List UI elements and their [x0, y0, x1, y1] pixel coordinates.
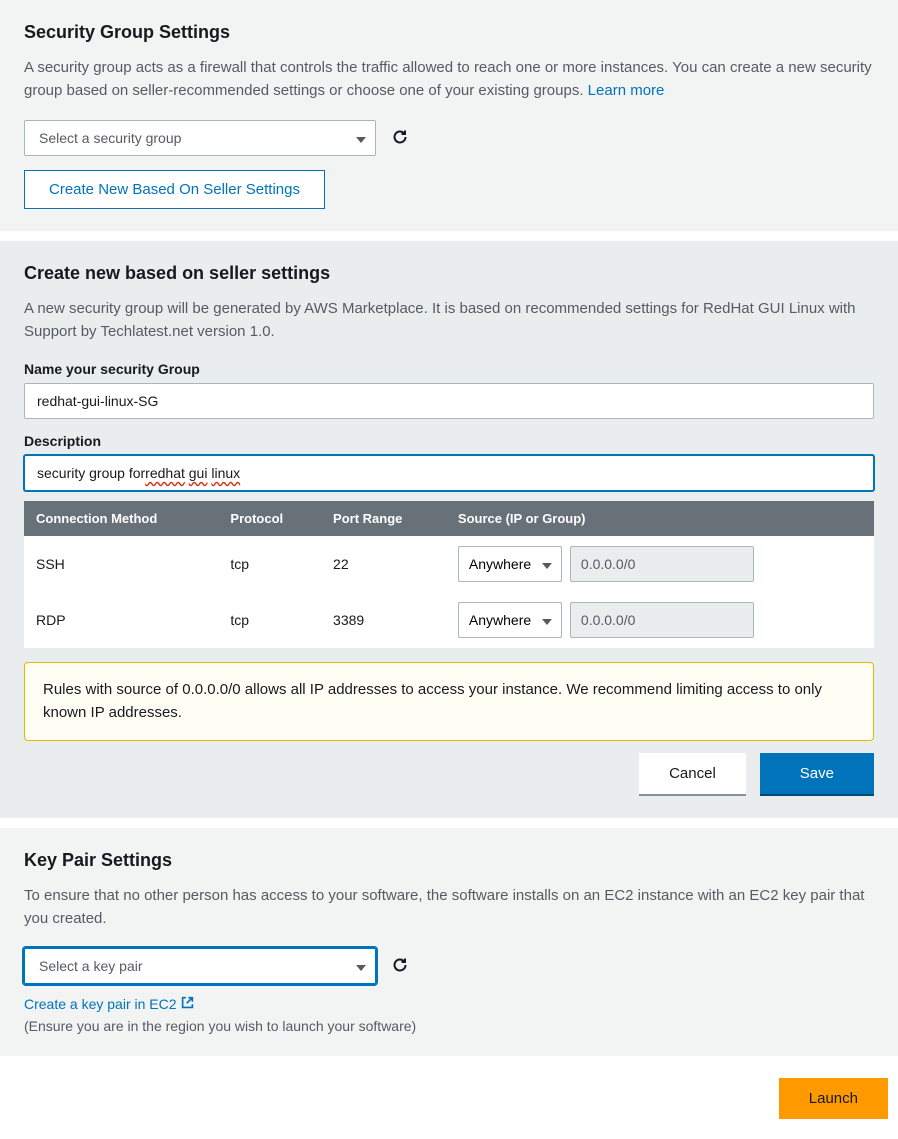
source-type-select[interactable]: Anywhere — [458, 602, 562, 638]
source-type-wrap: Anywhere — [458, 602, 562, 638]
cell-port: 3389 — [321, 592, 446, 648]
kp-select-wrap: Select a key pair — [24, 948, 376, 984]
cell-port: 22 — [321, 536, 446, 592]
refresh-sg-button[interactable] — [390, 128, 410, 148]
col-source: Source (IP or Group) — [446, 501, 874, 536]
col-connection: Connection Method — [24, 501, 218, 536]
create-new-sg-button[interactable]: Create New Based On Seller Settings — [24, 170, 325, 209]
sg-desc-w1: redhat — [145, 465, 185, 481]
create-key-pair-link[interactable]: Create a key pair in EC2 — [24, 996, 194, 1012]
launch-button[interactable]: Launch — [779, 1078, 888, 1119]
sg-name-label: Name your security Group — [24, 361, 874, 377]
sg-settings-description: A security group acts as a firewall that… — [24, 57, 874, 102]
table-row: RDP tcp 3389 Anywhere — [24, 592, 874, 648]
create-new-sg-panel: Create new based on seller settings A ne… — [0, 241, 898, 818]
key-pair-settings-panel: Key Pair Settings To ensure that no othe… — [0, 828, 898, 1056]
sg-desc-w3: linux — [211, 465, 240, 481]
sg-settings-desc-text: A security group acts as a firewall that… — [24, 59, 872, 99]
sg-settings-title: Security Group Settings — [24, 22, 874, 43]
col-protocol: Protocol — [218, 501, 321, 536]
cell-method: RDP — [24, 592, 218, 648]
key-pair-select[interactable]: Select a key pair — [24, 948, 376, 984]
source-type-wrap: Anywhere — [458, 546, 562, 582]
save-button[interactable]: Save — [760, 753, 874, 796]
region-note: (Ensure you are in the region you wish t… — [24, 1018, 874, 1034]
sg-desc-input[interactable]: security group for redhat gui linux — [24, 455, 874, 491]
sg-select-wrap: Select a security group — [24, 120, 376, 156]
learn-more-link[interactable]: Learn more — [588, 82, 665, 99]
create-kp-link-text: Create a key pair in EC2 — [24, 996, 177, 1012]
create-new-description: A new security group will be generated b… — [24, 298, 874, 343]
sg-desc-label: Description — [24, 433, 874, 449]
security-group-select[interactable]: Select a security group — [24, 120, 376, 156]
kp-description: To ensure that no other person has acces… — [24, 885, 874, 930]
source-type-select[interactable]: Anywhere — [458, 546, 562, 582]
source-ip-input[interactable] — [570, 602, 754, 638]
refresh-icon — [392, 129, 408, 148]
cell-method: SSH — [24, 536, 218, 592]
open-access-warning: Rules with source of 0.0.0.0/0 allows al… — [24, 662, 874, 741]
launch-bar: Launch — [0, 1066, 898, 1139]
security-group-settings-panel: Security Group Settings A security group… — [0, 0, 898, 231]
refresh-icon — [392, 957, 408, 976]
table-row: SSH tcp 22 Anywhere — [24, 536, 874, 592]
kp-title: Key Pair Settings — [24, 850, 874, 871]
external-link-icon — [181, 996, 194, 1012]
cancel-button[interactable]: Cancel — [639, 753, 746, 796]
create-new-title: Create new based on seller settings — [24, 263, 874, 284]
sg-desc-prefix: security group for — [37, 465, 145, 481]
cell-protocol: tcp — [218, 592, 321, 648]
sg-name-input[interactable] — [24, 383, 874, 419]
source-ip-input[interactable] — [570, 546, 754, 582]
col-port: Port Range — [321, 501, 446, 536]
sg-rules-table: Connection Method Protocol Port Range So… — [24, 501, 874, 648]
cell-protocol: tcp — [218, 536, 321, 592]
sg-desc-w2: gui — [189, 465, 208, 481]
refresh-kp-button[interactable] — [390, 956, 410, 976]
